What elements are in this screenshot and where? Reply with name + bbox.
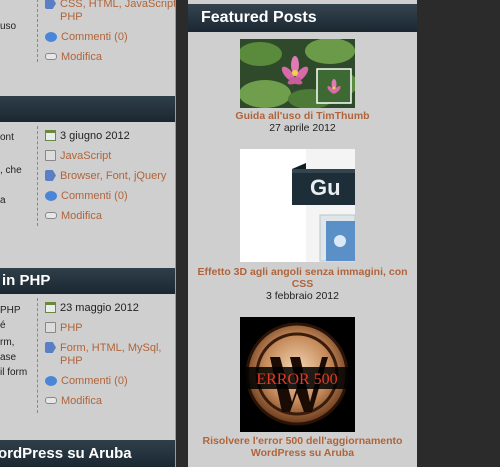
- post-meta: 23 maggio 2012 PHP Form, HTML, MySql, PH…: [37, 298, 176, 413]
- calendar-icon: [45, 130, 56, 141]
- edit-icon: [45, 397, 57, 404]
- comment-icon: [45, 191, 57, 201]
- post-list: uso CSS, HTML, JavaScript, PHP Commenti …: [0, 0, 176, 467]
- featured-post-date: 3 febbraio 2012: [266, 290, 339, 302]
- category-link[interactable]: JavaScript: [60, 150, 111, 162]
- edit-link[interactable]: Modifica: [61, 51, 102, 63]
- tag-icon: [45, 170, 56, 181]
- edit-icon: [45, 53, 57, 60]
- featured-thumbnail[interactable]: Gu: [240, 149, 355, 262]
- tag-icon: [45, 0, 56, 9]
- edit-link[interactable]: Modifica: [61, 210, 102, 222]
- post-tags: Browser, Font, jQuery: [45, 166, 176, 186]
- widget-title: Featured Posts: [188, 4, 417, 32]
- post-title-bar[interactable]: in PHP: [0, 268, 176, 294]
- post-comments: Commenti (0): [45, 186, 176, 206]
- tag-link[interactable]: PHP: [60, 355, 83, 367]
- edit-link[interactable]: Modifica: [61, 395, 102, 407]
- post-excerpt-fragment: a: [0, 195, 6, 206]
- post-comments: Commenti (0): [45, 371, 176, 391]
- post-edit: Modifica: [45, 206, 176, 226]
- post-category: JavaScript: [45, 146, 176, 166]
- post-edit: Modifica: [45, 47, 176, 67]
- post-excerpt-fragment: ont: [0, 132, 14, 143]
- post-date: 3 giugno 2012: [45, 126, 176, 146]
- thumb-error-text: ERROR 500: [256, 371, 337, 388]
- edit-icon: [45, 212, 57, 219]
- category-link[interactable]: PHP: [60, 322, 83, 334]
- comments-link[interactable]: Commenti (0): [61, 375, 128, 387]
- post-excerpt-fragment: PHP: [0, 305, 21, 316]
- featured-thumbnail[interactable]: ERROR 500: [240, 317, 355, 432]
- post-excerpt-fragment: é: [0, 320, 6, 331]
- post-excerpt-fragment: ase: [0, 352, 17, 363]
- date-text: 3 giugno 2012: [60, 130, 130, 142]
- post-excerpt-fragment: rm,: [0, 337, 15, 348]
- featured-post-link[interactable]: Risolvere l'error 500 dell'aggiornamento…: [188, 435, 417, 459]
- post-excerpt-fragment: uso: [0, 21, 17, 32]
- page-background: [417, 0, 500, 467]
- post-meta: CSS, HTML, JavaScript, PHP Commenti (0) …: [37, 0, 176, 63]
- featured-post-link[interactable]: Guida all'uso di TimThumb: [188, 110, 417, 122]
- folder-icon: [45, 150, 56, 161]
- post-date: 23 maggio 2012: [45, 298, 176, 318]
- wordpress-error-image: ERROR 500: [240, 317, 355, 432]
- post-comments: Commenti (0): [45, 27, 176, 47]
- post-title-bar[interactable]: ordPress su Aruba: [0, 440, 176, 467]
- post-title-bar[interactable]: [0, 96, 176, 122]
- date-text: 23 maggio 2012: [60, 302, 139, 314]
- tags-link[interactable]: Browser, Font, jQuery: [60, 170, 166, 182]
- post-meta: 3 giugno 2012 JavaScript Browser, Font, …: [37, 126, 176, 226]
- comment-icon: [45, 32, 57, 42]
- featured-post-date: 27 aprile 2012: [269, 122, 336, 134]
- lotus-image: [240, 39, 355, 108]
- post-excerpt-fragment: , che: [0, 165, 22, 176]
- comments-link[interactable]: Commenti (0): [61, 31, 128, 43]
- css-3d-corner-image: Gu: [240, 149, 355, 262]
- post-category: PHP: [45, 318, 176, 338]
- calendar-icon: [45, 302, 56, 313]
- post-excerpt-fragment: il form: [0, 367, 28, 378]
- comment-icon: [45, 376, 57, 386]
- folder-icon: [45, 322, 56, 333]
- tag-icon: [45, 342, 56, 353]
- thumb-heading-text: Gu: [310, 175, 341, 200]
- featured-post-link[interactable]: Effetto 3D agli angoli senza immagini, c…: [188, 266, 417, 290]
- post-title[interactable]: in PHP: [2, 268, 50, 294]
- comments-link[interactable]: Commenti (0): [61, 190, 128, 202]
- column-gutter: [176, 0, 188, 467]
- post-title[interactable]: ordPress su Aruba: [0, 440, 132, 467]
- tag-link[interactable]: PHP: [60, 11, 83, 23]
- featured-thumbnail[interactable]: [240, 39, 355, 108]
- post-edit: Modifica: [45, 391, 176, 411]
- sidebar: Featured Posts Guida all'uso di TimThumb…: [188, 0, 417, 467]
